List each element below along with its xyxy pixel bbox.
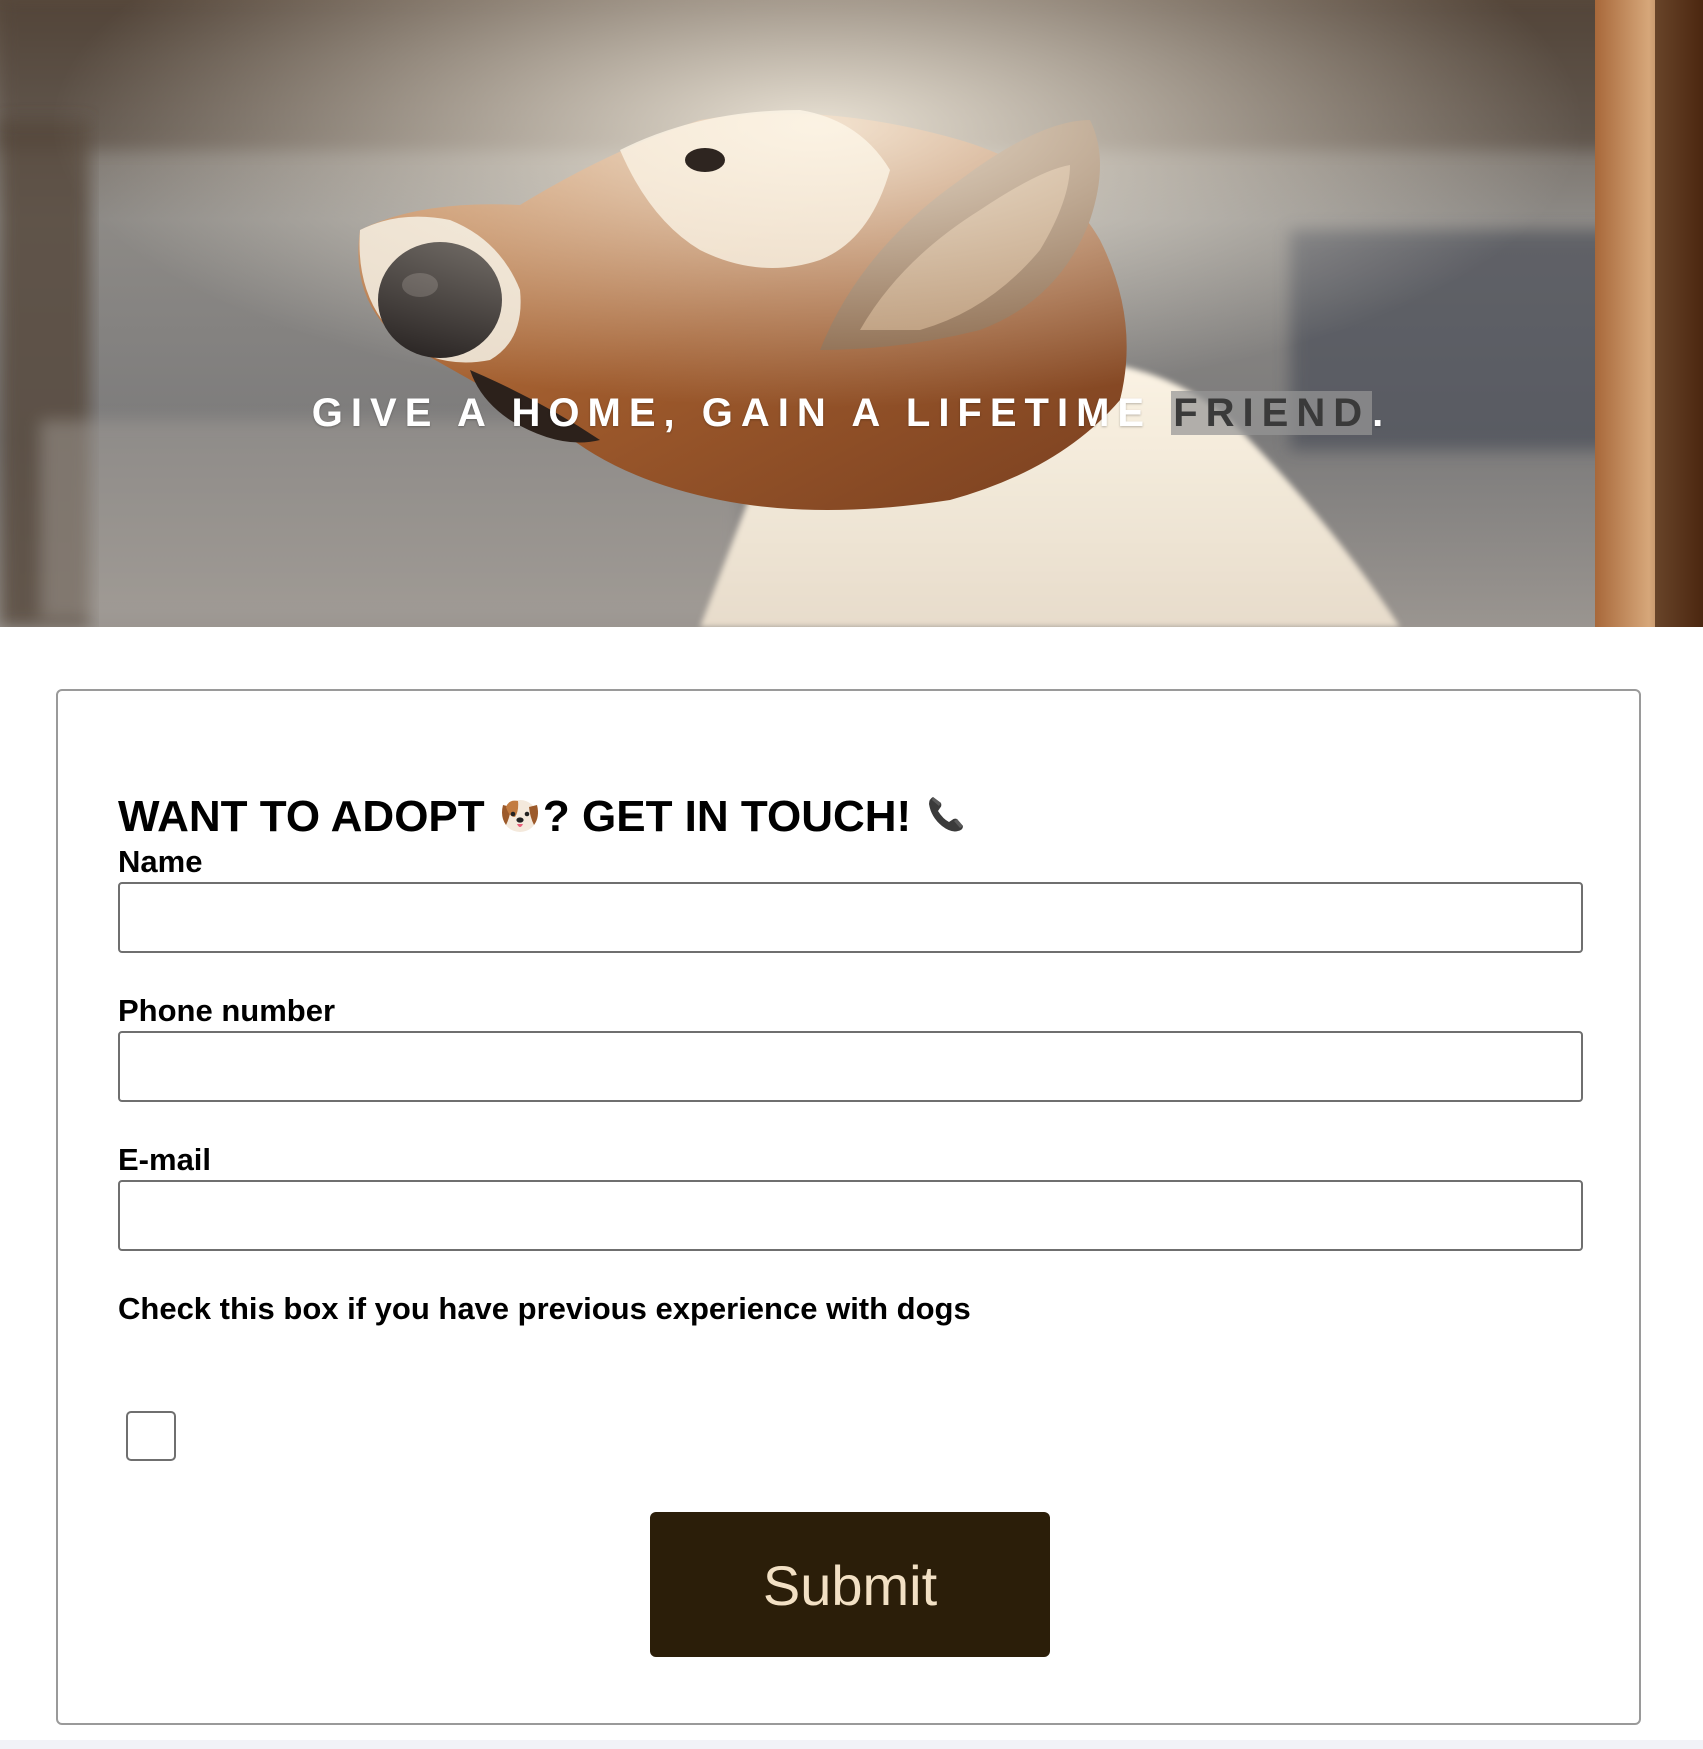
name-input[interactable] [118,882,1583,953]
form-title: WANT TO ADOPT ? GET IN TOUCH! [118,789,969,845]
phone-input[interactable] [118,1031,1583,1102]
experience-checkbox-label: Check this box if you have previous expe… [118,1291,971,1326]
email-input[interactable] [118,1180,1583,1251]
dog-face-icon [501,800,538,833]
submit-button[interactable]: Submit [650,1512,1050,1657]
form-title-part2: ? GET IN TOUCH! [542,792,924,841]
name-label: Name [118,844,203,879]
experience-checkbox[interactable] [126,1411,176,1461]
phone-label: Phone number [118,993,336,1028]
adoption-form-card: WANT TO ADOPT ? GET IN TOUCH! Name Phone… [56,689,1641,1725]
tagline-end: . [1372,391,1392,435]
email-label: E-mail [118,1142,212,1177]
page-bottom-edge [0,1740,1703,1749]
tagline-main: GIVE A HOME, GAIN A LIFETIME [311,391,1172,435]
adoption-page: GIVE A HOME, GAIN A LIFETIME FRIEND. WAN… [0,0,1703,1749]
tagline-highlight: FRIEND [1171,391,1373,435]
telephone-icon [929,797,964,832]
hero-tagline: GIVE A HOME, GAIN A LIFETIME FRIEND. [0,388,1703,438]
dog-photo [0,0,1703,627]
hero-banner: GIVE A HOME, GAIN A LIFETIME FRIEND. [0,0,1703,627]
form-title-part1: WANT TO ADOPT [118,792,497,841]
